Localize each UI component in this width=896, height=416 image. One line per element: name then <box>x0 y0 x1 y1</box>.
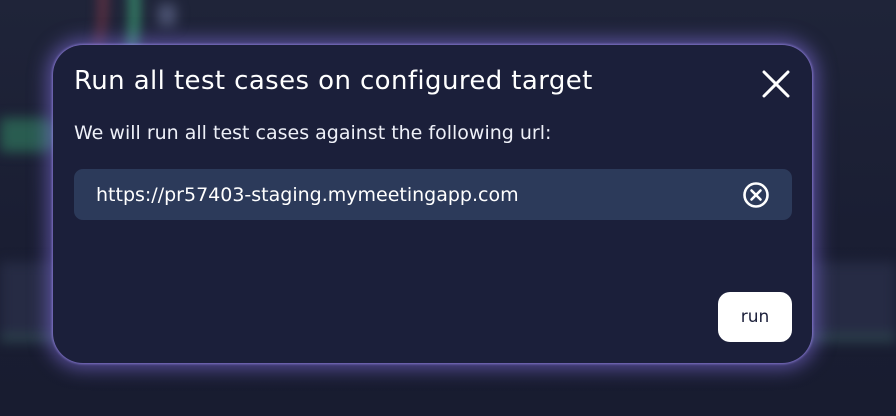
close-button[interactable] <box>759 67 793 101</box>
run-tests-dialog: Run all test cases on configured target … <box>53 45 812 363</box>
background-highlight-strip <box>0 118 60 152</box>
close-icon <box>762 70 790 98</box>
background-icon <box>158 4 176 26</box>
dialog-description: We will run all test cases against the f… <box>74 122 552 144</box>
dialog-title: Run all test cases on configured target <box>74 66 593 96</box>
clear-circle-x-icon <box>743 181 769 208</box>
run-button[interactable]: run <box>718 292 792 342</box>
clear-url-button[interactable] <box>741 180 771 210</box>
url-input[interactable] <box>74 169 741 220</box>
url-field <box>74 169 792 220</box>
